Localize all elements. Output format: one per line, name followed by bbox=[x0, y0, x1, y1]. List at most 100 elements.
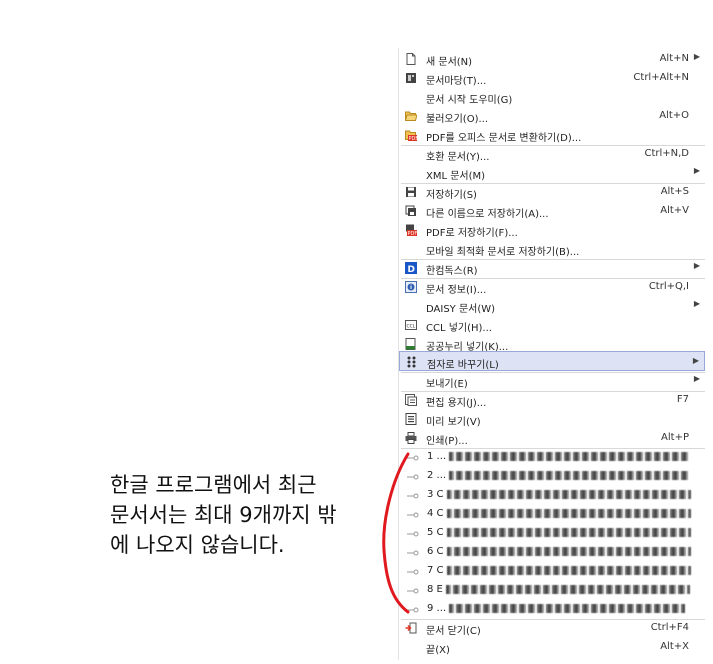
menu-item-ccl[interactable]: CCL CCL 넣기(H)... bbox=[399, 316, 705, 334]
recent-document-item[interactable]: 4 C bbox=[399, 505, 705, 523]
kogl-icon bbox=[405, 338, 417, 350]
hancom-docs-icon: D bbox=[405, 262, 417, 275]
redacted-filename bbox=[446, 546, 691, 556]
submenu-arrow-icon: ▶ bbox=[693, 166, 700, 175]
menu-item-xml-document[interactable]: XML 문서(M) ▶ bbox=[399, 164, 705, 182]
recent-document-label: 1 ... bbox=[427, 451, 690, 462]
menu-item-hancom-docs[interactable]: D 한컴독스(R) ▶ bbox=[399, 259, 705, 277]
new-document-icon bbox=[405, 53, 417, 65]
menu-item-braille[interactable]: 점자로 바꾸기(L) ▶ bbox=[399, 351, 705, 371]
menu-item-start-helper[interactable]: 문서 시작 도우미(G) bbox=[399, 88, 705, 106]
recent-document-number: 2 ... bbox=[427, 470, 447, 481]
recent-document-item[interactable]: 5 C bbox=[399, 524, 705, 542]
recent-document-item[interactable]: 9 ... bbox=[399, 600, 705, 618]
menu-item-send[interactable]: 보내기(E) ▶ bbox=[399, 372, 705, 390]
menu-item-shortcut: Alt+V bbox=[660, 205, 689, 216]
menu-item-open[interactable]: 불러오기(O)... Alt+O bbox=[399, 107, 705, 125]
menu-item-label: 미리 보기(V) bbox=[426, 417, 481, 428]
menu-item-label: DAISY 문서(W) bbox=[426, 304, 496, 315]
recent-document-label: 4 C bbox=[427, 508, 691, 519]
svg-text:CCL: CCL bbox=[407, 324, 416, 330]
menu-item-close-document[interactable]: 문서 닫기(C) Ctrl+F4 bbox=[399, 619, 705, 637]
document-info-icon bbox=[405, 281, 417, 293]
braille-icon bbox=[406, 356, 418, 368]
recent-document-label: 3 C bbox=[427, 489, 691, 500]
menu-item-print[interactable]: 인쇄(P)... Alt+P bbox=[399, 429, 705, 447]
menu-item-shortcut: Alt+P bbox=[661, 432, 689, 443]
svg-text:PDF: PDF bbox=[408, 231, 418, 236]
recent-document-item[interactable]: 1 ... bbox=[399, 448, 705, 466]
recent-document-label: 6 C bbox=[427, 546, 691, 557]
menu-item-label: 인쇄(P)... bbox=[426, 436, 468, 447]
menu-item-label: 보내기(E) bbox=[426, 379, 468, 390]
recent-document-label: 8 E bbox=[427, 584, 691, 595]
menu-item-shortcut: Alt+X bbox=[660, 641, 689, 652]
recent-document-number: 7 C bbox=[427, 565, 444, 576]
menu-item-exit[interactable]: 끝(X) Alt+X bbox=[399, 638, 705, 656]
page-setup-icon bbox=[405, 394, 417, 406]
redacted-filename bbox=[446, 508, 691, 518]
menu-item-save-mobile[interactable]: 모바일 최적화 문서로 저장하기(B)... bbox=[399, 240, 705, 258]
menu-item-daisy-document[interactable]: DAISY 문서(W) ▶ bbox=[399, 297, 705, 315]
menu-item-label: CCL 넣기(H)... bbox=[426, 323, 492, 334]
menu-item-label: XML 문서(M) bbox=[426, 171, 486, 182]
menu-item-page-setup[interactable]: 편집 용지(J)... F7 bbox=[399, 391, 705, 409]
close-document-icon bbox=[405, 622, 417, 634]
menu-item-save[interactable]: 저장하기(S) Alt+S bbox=[399, 183, 705, 201]
svg-text:PDF: PDF bbox=[409, 136, 418, 141]
red-bracket-stroke bbox=[382, 452, 410, 614]
ccl-icon: CCL bbox=[405, 319, 417, 331]
menu-item-new-document[interactable]: 새 문서(N) Alt+N ▶ bbox=[399, 50, 705, 68]
menu-item-templates[interactable]: 문서마당(T)... Ctrl+Alt+N bbox=[399, 69, 705, 87]
menu-item-save-as[interactable]: 다른 이름으로 저장하기(A)... Alt+V bbox=[399, 202, 705, 220]
svg-text:D: D bbox=[408, 265, 415, 274]
recent-document-label: 7 C bbox=[427, 565, 691, 576]
recent-document-label: 9 ... bbox=[427, 603, 686, 614]
recent-document-item[interactable]: 7 C bbox=[399, 562, 705, 580]
redacted-filename bbox=[446, 527, 691, 537]
menu-item-label: 문서마당(T)... bbox=[426, 76, 487, 87]
recent-document-number: 5 C bbox=[427, 527, 444, 538]
menu-item-label: 불러오기(O)... bbox=[426, 114, 489, 125]
save-icon bbox=[405, 186, 417, 198]
submenu-arrow-icon: ▶ bbox=[693, 52, 700, 61]
folder-open-icon bbox=[404, 110, 418, 122]
menu-item-print-preview[interactable]: 미리 보기(V) bbox=[399, 410, 705, 428]
annotation-line: 문서서는 최대 9개까지 밖 bbox=[110, 503, 337, 527]
menu-item-pdf-convert[interactable]: PDF PDF를 오피스 문서로 변환하기(D)... bbox=[399, 126, 705, 144]
save-pdf-icon: PDF bbox=[405, 224, 418, 237]
menu-item-save-pdf[interactable]: PDF PDF로 저장하기(F)... bbox=[399, 221, 705, 239]
submenu-arrow-icon: ▶ bbox=[693, 374, 700, 383]
menu-item-label: 호환 문서(Y)... bbox=[426, 152, 490, 163]
recent-document-number: 8 E bbox=[427, 584, 443, 595]
recent-document-item[interactable]: 3 C bbox=[399, 486, 705, 504]
file-menu: 새 문서(N) Alt+N ▶ 문서마당(T)... Ctrl+Alt+N 문서… bbox=[398, 48, 707, 660]
pdf-convert-icon: PDF bbox=[405, 129, 418, 142]
menu-item-label: 문서 정보(I)... bbox=[426, 285, 487, 296]
menu-item-label: 한컴독스(R) bbox=[426, 266, 478, 277]
recent-document-number: 4 C bbox=[427, 508, 444, 519]
recent-document-number: 3 C bbox=[427, 489, 444, 500]
submenu-arrow-icon: ▶ bbox=[693, 299, 700, 308]
recent-document-number: 6 C bbox=[427, 546, 444, 557]
menu-item-compat-document[interactable]: 호환 문서(Y)... Ctrl+N,D bbox=[399, 145, 705, 163]
annotation-text: 한글 프로그램에서 최근 문서서는 최대 9개까지 밖 에 나오지 않습니다. bbox=[110, 470, 380, 560]
annotation-line: 에 나오지 않습니다. bbox=[110, 533, 285, 557]
menu-item-label: PDF로 저장하기(F)... bbox=[426, 228, 518, 239]
recent-document-number: 9 ... bbox=[427, 603, 447, 614]
menu-item-shortcut: Ctrl+N,D bbox=[644, 148, 689, 159]
redacted-filename bbox=[449, 451, 690, 461]
redacted-filename bbox=[446, 489, 691, 499]
recent-document-item[interactable]: 2 ... bbox=[399, 467, 705, 485]
recent-document-item[interactable]: 6 C bbox=[399, 543, 705, 561]
menu-item-label: 새 문서(N) bbox=[426, 57, 473, 68]
menu-item-document-info[interactable]: 문서 정보(I)... Ctrl+Q,I bbox=[399, 278, 705, 296]
recent-document-item[interactable]: 8 E bbox=[399, 581, 705, 599]
menu-item-shortcut: Ctrl+F4 bbox=[650, 622, 689, 633]
menu-item-label: 모바일 최적화 문서로 저장하기(B)... bbox=[426, 247, 580, 258]
recent-document-label: 2 ... bbox=[427, 470, 690, 481]
menu-item-shortcut: F7 bbox=[676, 394, 689, 405]
save-as-icon bbox=[405, 205, 417, 217]
menu-item-label: 문서 닫기(C) bbox=[426, 626, 481, 637]
menu-item-shortcut: Alt+O bbox=[659, 110, 689, 121]
